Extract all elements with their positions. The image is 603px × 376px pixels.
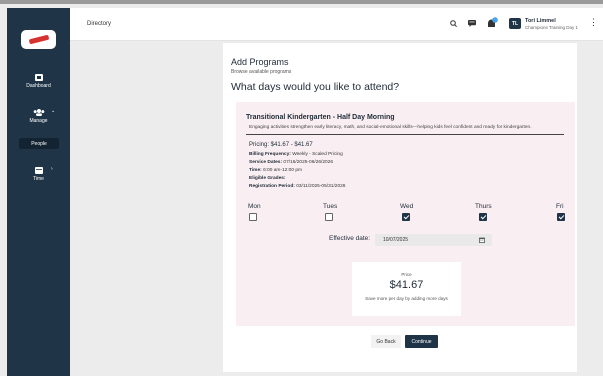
detail-value: 6:00 am-12:00 pm — [263, 168, 302, 173]
search-icon[interactable] — [450, 20, 457, 27]
sidebar-item-label: Manage — [29, 118, 48, 124]
registration-period: Registration Period: 03/11/2025-05/31/20… — [249, 184, 345, 189]
chevron-down-icon[interactable]: ⌄ — [51, 108, 55, 114]
attendance-question: What days would you like to attend? — [231, 81, 400, 93]
eligible-grades: Eligible Grades: — [249, 176, 286, 181]
price-note: Save more per day by adding more days — [365, 296, 448, 301]
service-dates: Service Dates: 07/16/2025-06/26/2026 — [249, 160, 333, 165]
day-label-thurs: Thurs — [475, 203, 492, 210]
day-label-mon: Mon — [248, 203, 261, 210]
detail-label: Time: — [249, 168, 262, 173]
avatar[interactable]: TL — [509, 18, 521, 29]
program-card: Transitional Kindergarten - Half Day Mor… — [236, 102, 575, 326]
time-range: Time: 6:00 am-12:00 pm — [249, 168, 302, 173]
detail-value: 07/16/2025-06/26/2026 — [283, 160, 334, 165]
user-organization: Champions Training Day 1 — [525, 25, 579, 30]
main-content: Add Programs Browse available programs W… — [223, 43, 577, 372]
price-summary: Price $41.67 Save more per day by adding… — [352, 262, 461, 316]
more-options-icon[interactable]: ⋮ — [589, 18, 598, 27]
page-subtitle: Browse available programs — [231, 69, 292, 75]
detail-label: Eligible Grades: — [249, 176, 286, 181]
breadcrumb[interactable]: Directory — [87, 21, 111, 27]
sidebar-item-dashboard[interactable]: Dashboard — [7, 74, 70, 89]
sidebar-item-label: People — [31, 140, 47, 147]
sidebar-item-label: Dashboard — [26, 83, 51, 89]
user-name[interactable]: Tori Limmel — [525, 18, 556, 24]
effective-date-input[interactable] — [375, 234, 492, 246]
brand-logo[interactable] — [21, 30, 56, 49]
sidebar: Dashboard Manage ⌄ People Time › — [7, 8, 70, 376]
sidebar-item-time[interactable]: Time — [7, 166, 70, 182]
chevron-right-icon[interactable]: › — [51, 166, 53, 172]
calendar-clock-icon — [34, 167, 43, 174]
notification-bell-icon[interactable] — [486, 17, 498, 29]
sidebar-item-label: Time — [33, 176, 44, 182]
detail-value: Weekly - Scaled Pricing — [292, 152, 343, 157]
detail-value: 03/11/2025-05/31/2026 — [296, 184, 346, 189]
price-value: $41.67 — [389, 279, 424, 291]
divider — [246, 134, 564, 135]
sidebar-item-manage[interactable]: Manage — [7, 109, 70, 124]
detail-label: Billing Frequency: — [249, 152, 291, 157]
program-title: Transitional Kindergarten - Half Day Mor… — [246, 114, 395, 121]
billing-frequency: Billing Frequency: Weekly - Scaled Prici… — [249, 152, 343, 157]
continue-button[interactable]: Continue — [405, 335, 438, 348]
dashboard-icon — [34, 74, 43, 81]
go-back-button[interactable]: Go Back — [371, 335, 401, 348]
day-label-wed: Wed — [400, 203, 414, 210]
users-icon — [33, 109, 44, 116]
detail-label: Service Dates: — [249, 160, 283, 165]
calendar-icon[interactable] — [479, 237, 485, 243]
day-checkbox-fri[interactable] — [557, 213, 565, 221]
detail-label: Registration Period: — [249, 184, 295, 189]
day-checkbox-wed[interactable] — [402, 213, 410, 221]
sidebar-item-people[interactable]: People — [19, 138, 59, 149]
day-label-fri: Fri — [556, 203, 564, 210]
program-pricing: Pricing: $41.67 - $41.67 — [249, 142, 313, 148]
program-description: Engaging activities strengthen early lit… — [249, 125, 532, 130]
day-checkbox-mon[interactable] — [249, 213, 257, 221]
window-top-strip — [0, 0, 603, 4]
effective-date-label: Effective date: — [329, 235, 371, 242]
logo-mark-icon — [28, 34, 49, 45]
messages-icon[interactable] — [468, 20, 476, 27]
day-label-tues: Tues — [323, 203, 338, 210]
day-checkbox-thurs[interactable] — [479, 213, 487, 221]
day-checkbox-tues[interactable] — [325, 213, 333, 221]
price-label: Price — [401, 272, 412, 277]
top-bar: Directory TL Tori Limmel Champions Train… — [70, 8, 603, 41]
page-title: Add Programs — [231, 57, 289, 67]
